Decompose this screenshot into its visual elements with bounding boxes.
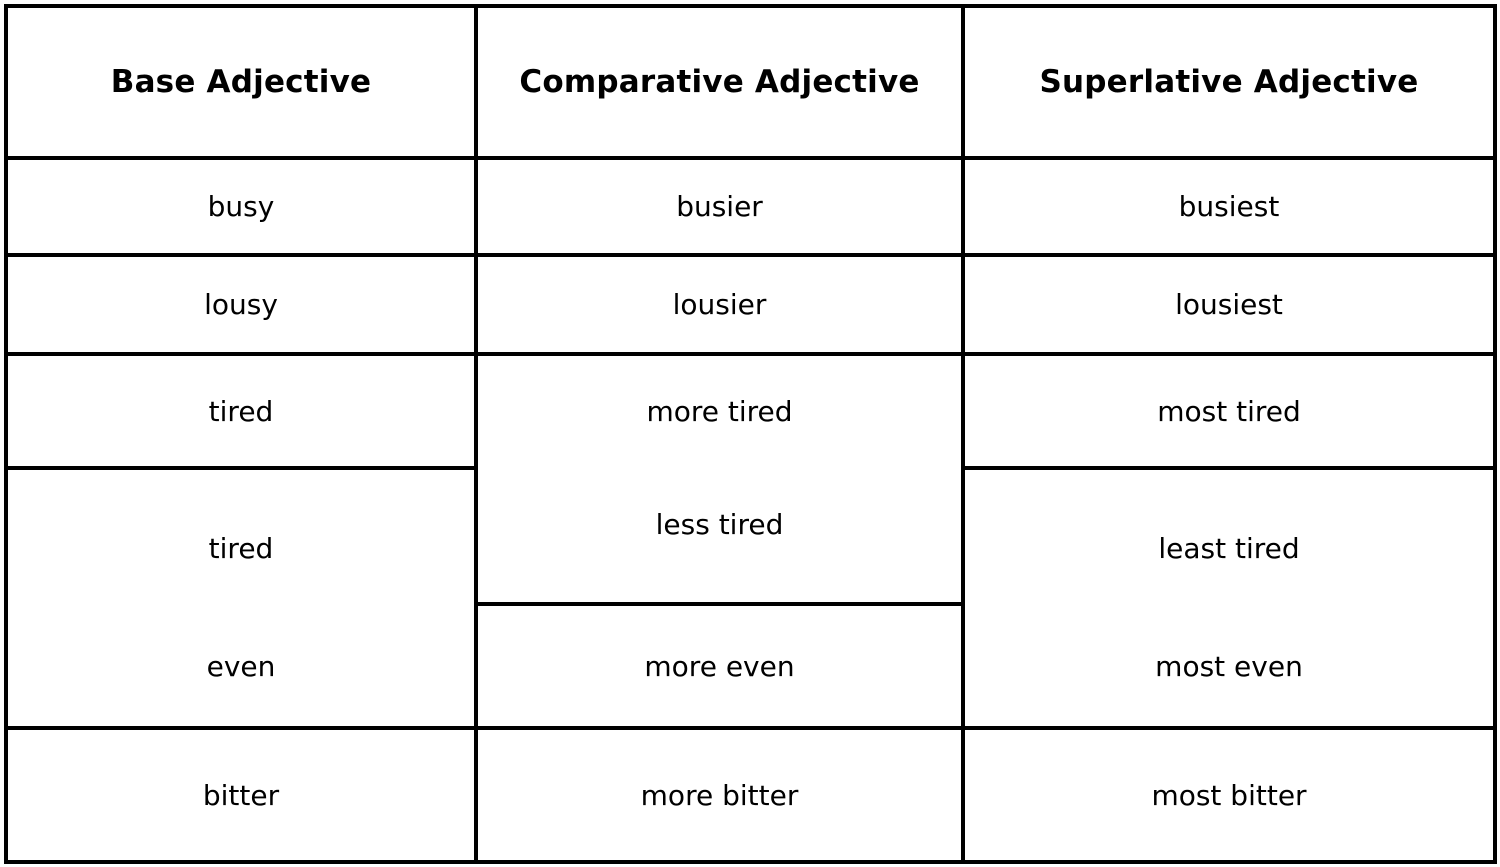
cell-superlative-adjective: busiest bbox=[961, 156, 1497, 257]
cell-superlative-adjective: least tired bbox=[961, 478, 1497, 618]
cell-base-adjective: even bbox=[4, 602, 478, 730]
cell-superlative-adjective: most tired bbox=[961, 352, 1497, 470]
column-header-comparative: Comparative Adjective bbox=[474, 4, 965, 160]
table-row: tired less tired least tired bbox=[4, 454, 1497, 618]
table-header: Base Adjective Comparative Adjective Sup… bbox=[4, 4, 1497, 160]
cell-base-adjective: tired bbox=[4, 352, 478, 470]
cell-comparative-adjective: more even bbox=[474, 602, 965, 730]
adjective-forms-table: Base Adjective Comparative Adjective Sup… bbox=[4, 4, 1497, 864]
cell-comparative-adjective: less tired bbox=[474, 454, 965, 594]
table-row: tired more tired most tired bbox=[4, 352, 1497, 470]
cell-base-adjective: tired bbox=[4, 478, 478, 618]
cell-superlative-adjective: most bitter bbox=[961, 726, 1497, 864]
cell-base-adjective: busy bbox=[4, 156, 478, 257]
cell-comparative-adjective: more tired bbox=[474, 352, 965, 470]
table-header-row: Base Adjective Comparative Adjective Sup… bbox=[4, 4, 1497, 160]
column-header-superlative: Superlative Adjective bbox=[961, 4, 1497, 160]
table-body: busy busier busiest lousy lousier lousie… bbox=[4, 156, 1497, 864]
table-row: even more even most even bbox=[4, 602, 1497, 730]
cell-comparative-adjective: more bitter bbox=[474, 726, 965, 864]
cell-superlative-adjective: most even bbox=[961, 602, 1497, 730]
adjective-table-container: Base Adjective Comparative Adjective Sup… bbox=[0, 0, 1500, 867]
cell-comparative-adjective: lousier bbox=[474, 253, 965, 356]
cell-comparative-adjective: busier bbox=[474, 156, 965, 257]
table-row: busy busier busiest bbox=[4, 156, 1497, 257]
cell-base-adjective: lousy bbox=[4, 253, 478, 356]
table-row: lousy lousier lousiest bbox=[4, 253, 1497, 356]
cell-base-adjective: bitter bbox=[4, 726, 478, 864]
column-header-base: Base Adjective bbox=[4, 4, 478, 160]
cell-superlative-adjective: lousiest bbox=[961, 253, 1497, 356]
table-row: bitter more bitter most bitter bbox=[4, 726, 1497, 864]
